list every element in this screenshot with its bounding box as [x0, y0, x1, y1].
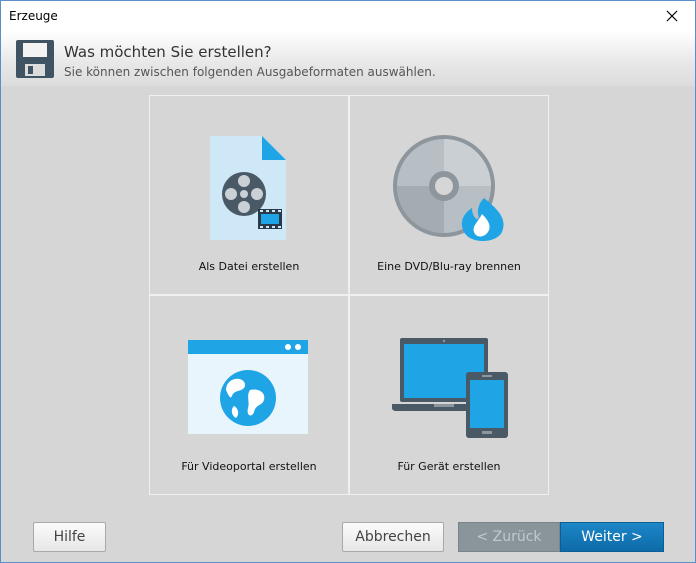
option-device-label: Für Gerät erstellen — [397, 460, 501, 473]
back-button[interactable]: < Zurück — [458, 522, 560, 552]
window-title: Erzeuge — [9, 9, 58, 23]
header: Was möchten Sie erstellen? Sie können zw… — [1, 31, 695, 86]
disc-burn-icon — [393, 135, 504, 241]
film-file-icon — [210, 136, 286, 240]
option-file[interactable]: Als Datei erstellen — [149, 95, 349, 295]
close-icon — [666, 10, 678, 22]
dialog-window: Erzeuge Was möchten Sie erstellen? Sie k… — [0, 0, 696, 563]
laptop-tablet-icon — [392, 338, 508, 438]
title-bar: Erzeuge — [1, 1, 695, 31]
option-device[interactable]: Für Gerät erstellen — [349, 295, 549, 495]
next-button[interactable]: Weiter > — [560, 522, 664, 552]
cancel-button[interactable]: Abbrechen — [342, 522, 444, 552]
option-file-label: Als Datei erstellen — [198, 260, 300, 273]
web-globe-icon — [188, 340, 308, 434]
option-video-portal-label: Für Videoportal erstellen — [181, 460, 317, 473]
floppy-disk-icon — [16, 40, 54, 78]
option-disc-burn[interactable]: Eine DVD/Blu-ray brennen — [349, 95, 549, 295]
page-subtitle: Sie können zwischen folgenden Ausgabefor… — [64, 65, 436, 79]
help-button[interactable]: Hilfe — [33, 522, 106, 552]
option-video-portal[interactable]: Für Videoportal erstellen — [149, 295, 349, 495]
page-title: Was möchten Sie erstellen? — [64, 43, 272, 61]
close-button[interactable] — [649, 1, 695, 31]
output-format-grid: Als Datei erstellen Eine DVD/Blu-ray bre… — [149, 95, 549, 495]
option-disc-burn-label: Eine DVD/Blu-ray brennen — [377, 260, 521, 273]
